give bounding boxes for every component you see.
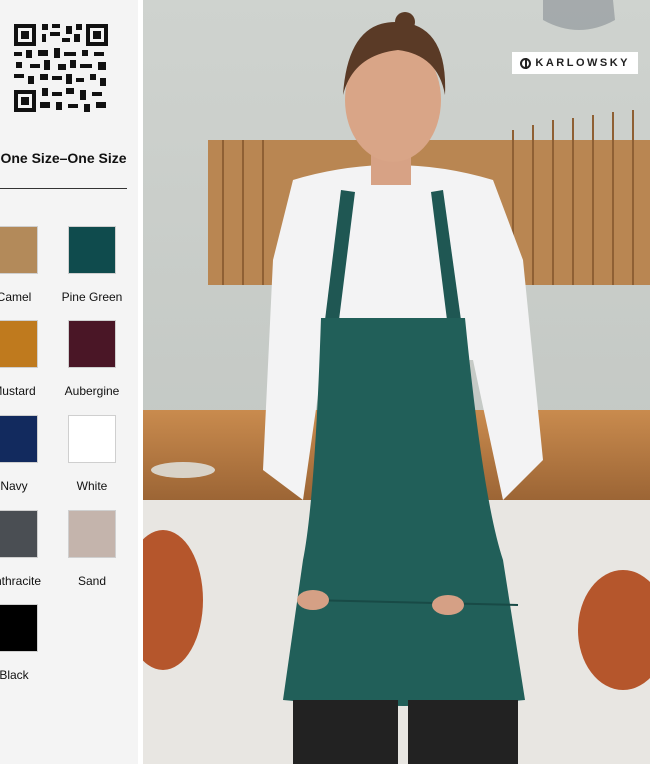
color-swatch-pine-green[interactable] [68,226,116,274]
color-swatch-mustard[interactable] [0,320,38,368]
color-swatch-label: Mustard [0,384,36,398]
color-swatch-label: Black [0,668,29,682]
divider [0,188,127,189]
color-swatch-label: Navy [0,479,28,493]
brand-logo: KARLOWSKY [512,52,638,74]
color-swatch-label: White [76,479,108,493]
color-swatch-black[interactable] [0,604,38,652]
brand-mark-icon [520,57,532,69]
color-swatch-camel[interactable] [0,226,38,274]
color-swatch-label: Anthracite [0,574,42,588]
color-swatch-navy[interactable] [0,415,38,463]
qr-code-icon [12,22,110,114]
color-swatch-anthracite[interactable] [0,510,38,558]
apron-model-image [143,0,650,764]
color-swatch-sand[interactable] [68,510,116,558]
color-swatch-aubergine[interactable] [68,320,116,368]
product-photo: KARLOWSKY [143,0,650,764]
color-swatch-label: Camel [0,290,32,304]
color-sidebar: One Size–One Size Camel Pine Green Mustard… [0,0,138,764]
color-swatch-white[interactable] [68,415,116,463]
color-swatch-label: Aubergine [64,384,120,398]
color-swatch-label: Pine Green [61,290,123,304]
brand-name: KARLOWSKY [535,57,630,69]
color-swatch-label: Sand [77,574,107,588]
size-heading: One Size–One Size [0,150,127,166]
